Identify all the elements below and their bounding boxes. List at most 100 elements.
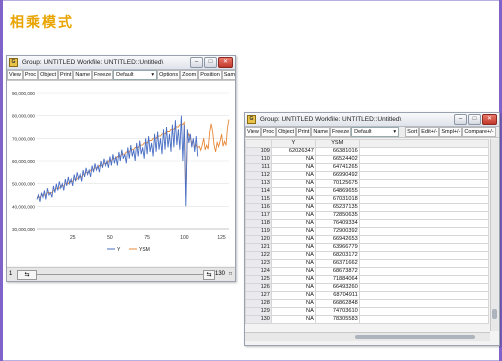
row-header[interactable]: 116 <box>245 203 272 212</box>
cell-y[interactable]: NA <box>270 251 316 260</box>
cell-ysm[interactable]: 72900392 <box>314 227 360 236</box>
cell-y[interactable]: 62026347 <box>270 147 316 156</box>
cell-y[interactable]: NA <box>270 299 316 308</box>
row-header[interactable]: 127 <box>245 291 272 300</box>
cell-empty[interactable] <box>358 299 490 308</box>
row-header[interactable]: 117 <box>245 211 272 220</box>
view-mode-dropdown[interactable]: Default ▾ <box>351 127 400 137</box>
cell-empty[interactable] <box>358 163 490 172</box>
cell-y[interactable]: NA <box>270 315 316 324</box>
cell-empty[interactable] <box>358 227 490 236</box>
view-button[interactable]: View <box>7 70 23 80</box>
cell-y[interactable]: NA <box>270 211 316 220</box>
cell-y[interactable]: NA <box>270 243 316 252</box>
cell-y[interactable]: NA <box>270 307 316 316</box>
minimize-icon[interactable]: – <box>454 114 467 125</box>
chart-window-titlebar[interactable]: G Group: UNTITLED Workfile: UNTITLED::Un… <box>7 56 235 70</box>
cell-y[interactable]: NA <box>270 171 316 180</box>
cell-ysm[interactable]: 76409334 <box>314 219 360 228</box>
column-header[interactable] <box>245 139 272 148</box>
cell-empty[interactable] <box>358 171 490 180</box>
proc-button[interactable]: Proc <box>260 127 277 137</box>
smpl-button[interactable]: Smpl+/- <box>439 127 463 137</box>
cell-y[interactable]: NA <box>270 235 316 244</box>
row-header[interactable]: 121 <box>245 243 272 252</box>
row-header[interactable]: 122 <box>245 251 272 260</box>
cell-empty[interactable] <box>358 179 490 188</box>
scroll-left-handle[interactable]: ⇆ <box>17 270 37 280</box>
cell-ysm[interactable]: 66942653 <box>314 235 360 244</box>
scroll-right-handle[interactable]: ⇆ <box>203 270 215 280</box>
column-header[interactable] <box>358 139 490 148</box>
cell-ysm[interactable]: 68673872 <box>314 267 360 276</box>
cell-y[interactable]: NA <box>270 227 316 236</box>
minimize-icon[interactable]: – <box>190 57 203 68</box>
spreadsheet-window-titlebar[interactable]: G Group: UNTITLED Workfile: UNTITLED::Un… <box>245 113 499 127</box>
row-header[interactable]: 112 <box>245 171 272 180</box>
object-button[interactable]: Object <box>38 70 59 80</box>
cell-ysm[interactable]: 70125675 <box>314 179 360 188</box>
name-button[interactable]: Name <box>73 70 93 80</box>
row-header[interactable]: 128 <box>245 299 272 308</box>
cell-ysm[interactable]: 66862848 <box>314 299 360 308</box>
view-mode-dropdown[interactable]: Default ▾ <box>113 70 158 80</box>
sample-button[interactable]: Sample <box>221 70 235 80</box>
cell-y[interactable]: NA <box>270 283 316 292</box>
cell-empty[interactable] <box>358 195 490 204</box>
cell-ysm[interactable]: 68203172 <box>314 251 360 260</box>
close-icon[interactable]: ✕ <box>482 114 497 125</box>
view-button[interactable]: View <box>245 127 261 137</box>
cell-empty[interactable] <box>358 155 490 164</box>
row-header[interactable]: 120 <box>245 235 272 244</box>
cell-ysm[interactable]: 64741265 <box>314 163 360 172</box>
cell-empty[interactable] <box>358 187 490 196</box>
row-header[interactable]: 130 <box>245 315 272 324</box>
edit-button[interactable]: Edit+/- <box>419 127 440 137</box>
cell-empty[interactable] <box>358 267 490 276</box>
cell-y[interactable]: NA <box>270 203 316 212</box>
row-header[interactable]: 119 <box>245 227 272 236</box>
column-header[interactable]: YSM <box>314 139 360 148</box>
proc-button[interactable]: Proc <box>22 70 39 80</box>
cell-empty[interactable] <box>358 291 490 300</box>
cell-ysm[interactable]: 65237135 <box>314 203 360 212</box>
row-header[interactable]: 109 <box>245 147 272 156</box>
cell-ysm[interactable]: 66493260 <box>314 283 360 292</box>
cell-y[interactable]: NA <box>270 219 316 228</box>
row-header[interactable]: 118 <box>245 219 272 228</box>
cell-empty[interactable] <box>358 315 490 324</box>
row-header[interactable]: 123 <box>245 259 272 268</box>
cell-empty[interactable] <box>358 251 490 260</box>
print-button[interactable]: Print <box>58 70 74 80</box>
cell-y[interactable]: NA <box>270 179 316 188</box>
cell-y[interactable]: NA <box>270 275 316 284</box>
freeze-button[interactable]: Freeze <box>330 127 352 137</box>
row-header[interactable]: 110 <box>245 155 272 164</box>
row-header[interactable]: 115 <box>245 195 272 204</box>
row-header[interactable]: 126 <box>245 283 272 292</box>
cell-empty[interactable] <box>358 235 490 244</box>
sort-button[interactable]: Sort <box>405 127 420 137</box>
row-header[interactable]: 114 <box>245 187 272 196</box>
cell-ysm[interactable]: 74703610 <box>314 307 360 316</box>
cell-empty[interactable] <box>358 259 490 268</box>
vertical-scroll-thumb[interactable] <box>492 309 497 319</box>
cell-empty[interactable] <box>358 307 490 316</box>
zoom-button[interactable]: Zoom <box>180 70 199 80</box>
print-button[interactable]: Print <box>296 127 312 137</box>
cell-ysm[interactable]: 72850635 <box>314 211 360 220</box>
cell-y[interactable]: NA <box>270 267 316 276</box>
cell-ysm[interactable]: 67031018 <box>314 195 360 204</box>
compare-button[interactable]: Compare+/- <box>462 127 496 137</box>
cell-empty[interactable] <box>358 211 490 220</box>
maximize-icon[interactable]: □ <box>468 114 481 125</box>
cell-empty[interactable] <box>358 219 490 228</box>
cell-ysm[interactable]: 66990492 <box>314 171 360 180</box>
row-header[interactable]: 124 <box>245 267 272 276</box>
horizontal-scrollbar[interactable] <box>245 332 490 341</box>
cell-y[interactable]: NA <box>270 291 316 300</box>
cell-empty[interactable] <box>358 275 490 284</box>
cell-ysm[interactable]: 66381016 <box>314 147 360 156</box>
cell-y[interactable]: NA <box>270 163 316 172</box>
cell-ysm[interactable]: 71884064 <box>314 275 360 284</box>
